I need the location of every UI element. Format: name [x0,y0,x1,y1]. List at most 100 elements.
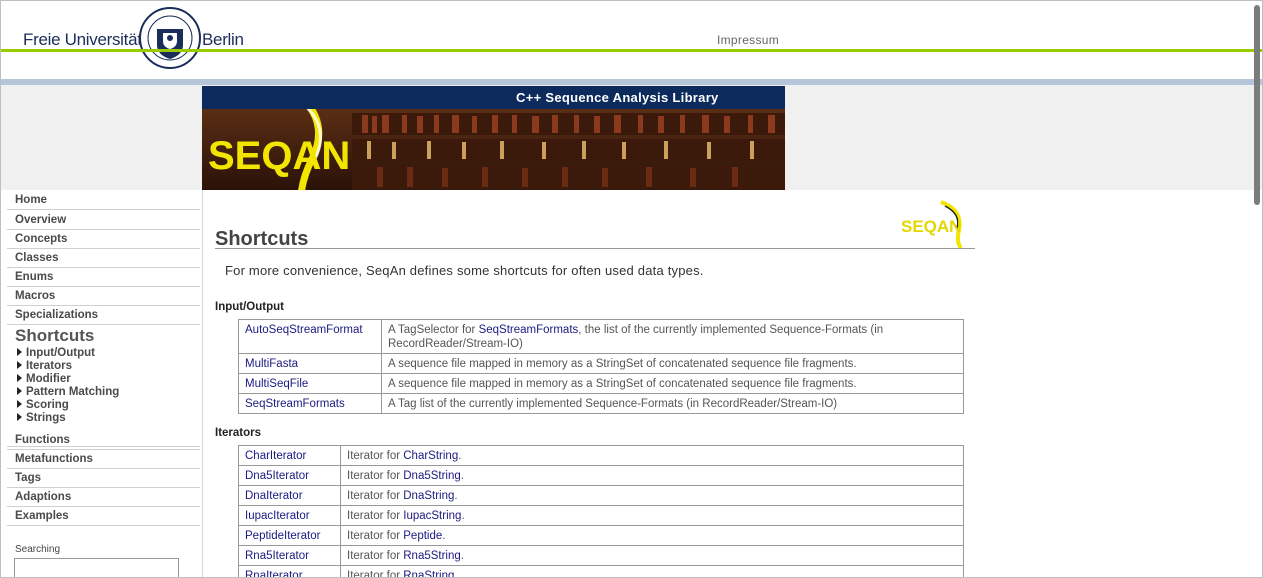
shortcut-description: A Tag list of the currently implemented … [381,393,964,414]
description-text: A Tag list of the currently implemented … [388,398,838,410]
sidebar-item-label: Examples [15,510,69,522]
triangle-right-icon [17,400,22,408]
subnav-label: Modifier [26,373,71,385]
sidebar-item-label: Classes [15,252,59,264]
sidebar-item-enums[interactable]: Enums [7,267,200,287]
shortcut-description: A sequence file mapped in memory as a St… [381,373,964,394]
subnav-modifier[interactable]: Modifier [17,373,71,385]
sidebar-item-classes[interactable]: Classes [7,248,200,268]
sidebar-item-label: Functions [15,434,70,446]
sidebar-item-macros[interactable]: Macros [7,286,200,306]
description-link[interactable]: RnaString [403,570,454,577]
subnav-iterators[interactable]: Iterators [17,360,72,372]
sidebar-item-concepts[interactable]: Concepts [7,229,200,249]
description-link[interactable]: Dna5String [403,470,461,482]
seqan-banner: C++ Sequence Analysis Library SEQAN [202,86,785,190]
subnav-input-output[interactable]: Input/Output [17,347,95,359]
shortcut-name-link[interactable]: DnaIterator [238,485,341,506]
shortcut-name-link[interactable]: CharIterator [238,445,341,466]
iterators-table-body: CharIterator Iterator for CharString. Dna5… [238,445,964,578]
shortcut-description: Iterator for Peptide. [340,525,964,546]
description-text-suffix: . [461,510,465,522]
shortcut-name-link[interactable]: PeptideIterator [238,525,341,546]
shortcut-name-link[interactable]: RnaIterator [238,565,341,577]
sidebar-item-label: Enums [15,271,54,283]
sidebar-item-functions[interactable]: Functions [7,430,200,450]
sidebar-item-label: Adaptions [15,491,72,503]
description-text-suffix: . [458,450,462,462]
description-text: Iterator for [347,490,404,502]
description-link[interactable]: DnaString [403,490,454,502]
shortcut-name-link[interactable]: Dna5Iterator [238,465,341,486]
library-bookshelf-image: SEQAN [202,109,785,190]
table-row: PeptideIterator Iterator for Peptide. [238,525,964,546]
description-link[interactable]: CharString [403,450,458,462]
seqan-small-logo-icon: SEQAN [901,200,963,248]
description-link[interactable]: IupacString [403,510,461,522]
title-divider [215,248,975,249]
description-link[interactable]: SeqStreamFormats [479,324,579,336]
shortcut-description: Iterator for DnaString. [340,485,964,506]
table-row: DnaIterator Iterator for DnaString. [238,485,964,506]
subnav-label: Input/Output [26,347,95,359]
description-text-suffix: . [460,550,464,562]
shortcut-name-link[interactable]: Rna5Iterator [238,545,341,566]
sidebar-item-shortcuts-active[interactable]: Shortcuts [15,326,94,346]
intro-text: For more convenience, SeqAn defines some… [225,263,704,278]
sidebar-item-examples[interactable]: Examples [7,506,200,526]
sidebar-item-home[interactable]: Home [7,192,200,210]
description-text: Iterator for [347,550,404,562]
search-label: Searching [15,544,61,555]
shortcut-name-link[interactable]: SeqStreamFormats [238,393,382,414]
university-seal-icon[interactable] [139,7,201,69]
description-text: Iterator for [347,570,404,578]
search-input[interactable] [14,558,179,577]
iterators-table: CharIterator Iterator for CharString. Dna5… [238,445,964,578]
table-row: CharIterator Iterator for CharString. [238,445,964,466]
browser-viewport: Freie Universität Berlin Impressum C++ S… [0,0,1263,578]
description-text: Iterator for [347,470,404,482]
sidebar-item-tags[interactable]: Tags [7,468,200,488]
vertical-scrollbar[interactable] [1254,5,1260,205]
description-text: Iterator for [347,530,404,542]
sidebar-item-adaptions[interactable]: Adaptions [7,487,200,507]
description-text-suffix: . [454,570,458,578]
subnav-label: Iterators [26,360,73,372]
subnav-pattern-matching[interactable]: Pattern Matching [17,386,119,398]
description-text: Iterator for [347,510,404,522]
shortcut-description: Iterator for IupacString. [340,505,964,526]
shortcut-description: Iterator for Rna5String. [340,545,964,566]
impressum-link[interactable]: Impressum [717,33,779,47]
description-text: A TagSelector for [388,324,479,336]
sidebar-item-specializations[interactable]: Specializations [7,305,200,325]
seqan-small-logo-text: SEQAN [901,217,961,236]
sidebar-item-overview[interactable]: Overview [7,210,200,230]
table-row: MultiSeqFile A sequence file mapped in me… [238,373,964,394]
triangle-right-icon [17,348,22,356]
input-output-table-body: AutoSeqStreamFormat A TagSelector for Seq… [238,319,964,414]
description-text-suffix: . [460,470,464,482]
triangle-right-icon [17,374,22,382]
banner-title-bar: C++ Sequence Analysis Library [202,86,785,109]
shortcut-name-link[interactable]: IupacIterator [238,505,341,526]
subnav-label: Pattern Matching [26,386,120,398]
table-row: MultiFasta A sequence file mapped in memo… [238,353,964,374]
sidebar-item-metafunctions[interactable]: Metafunctions [7,449,200,469]
sidebar-item-label: Overview [15,214,67,226]
university-header: Freie Universität Berlin Impressum [1,1,1262,69]
sidebar-item-label: Specializations [15,309,99,321]
shortcut-name-link[interactable]: MultiFasta [238,353,382,374]
table-row: SeqStreamFormats A Tag list of the curren… [238,393,964,414]
sidebar-item-label: Tags [15,472,41,484]
description-link[interactable]: Peptide [403,530,442,542]
sidebar-item-label: Home [15,194,47,206]
shortcut-name-link[interactable]: MultiSeqFile [238,373,382,394]
table-row: Dna5Iterator Iterator for Dna5String. [238,465,964,486]
university-name-left[interactable]: Freie Universität [23,30,142,50]
university-name-right[interactable]: Berlin [202,30,244,50]
description-link[interactable]: Rna5String [403,550,461,562]
section-heading-iterators: Iterators [215,427,262,439]
sidebar-item-label: Concepts [15,233,68,245]
shortcut-description: A TagSelector for SeqStreamFormats, the … [381,319,964,354]
shortcut-name-link[interactable]: AutoSeqStreamFormat [238,319,382,354]
